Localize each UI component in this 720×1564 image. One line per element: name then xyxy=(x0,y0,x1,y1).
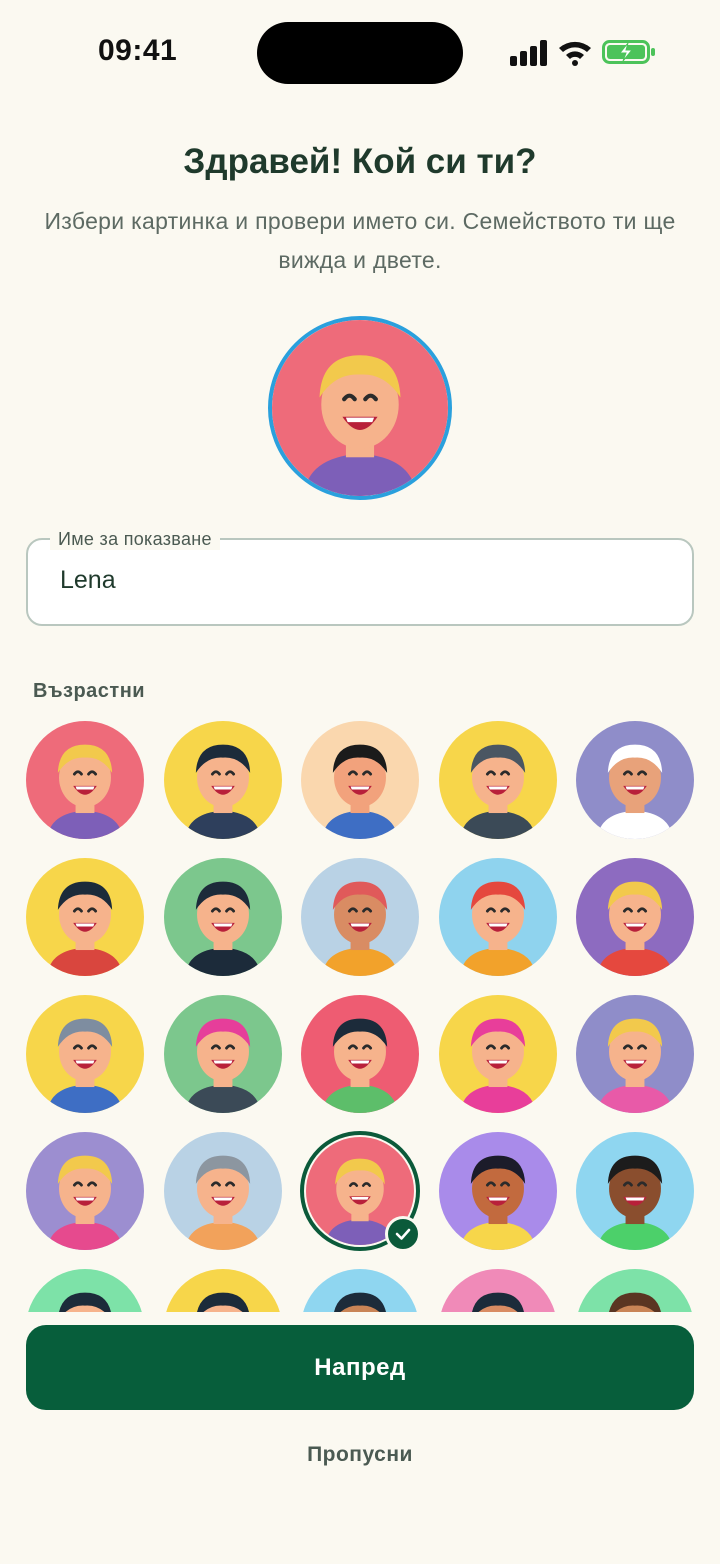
cellular-signal-icon xyxy=(510,40,547,66)
battery-charging-icon xyxy=(602,40,655,64)
avatar-option[interactable] xyxy=(301,858,419,976)
next-button[interactable]: Напред xyxy=(26,1325,694,1410)
page-subtitle: Избери картинка и провери името си. Семе… xyxy=(44,208,676,273)
display-name-label: Име за показване xyxy=(50,529,220,550)
status-time: 09:41 xyxy=(98,34,178,67)
section-label-adults: Възрастни xyxy=(33,680,146,702)
avatar-option[interactable] xyxy=(439,858,557,976)
avatar-option[interactable] xyxy=(26,721,144,839)
avatar-illustration xyxy=(272,320,448,496)
avatar-option[interactable] xyxy=(576,1269,694,1312)
avatar-option[interactable] xyxy=(164,995,282,1113)
avatar-option[interactable] xyxy=(164,1269,282,1312)
dynamic-island xyxy=(257,22,463,84)
avatar-option[interactable] xyxy=(26,995,144,1113)
avatar-grid xyxy=(0,715,720,1312)
avatar-option[interactable] xyxy=(439,721,557,839)
avatar-option[interactable] xyxy=(439,1132,557,1250)
avatar-option[interactable] xyxy=(26,1132,144,1250)
page-title: Здравей! Кой си ти? xyxy=(183,142,537,181)
avatar-option[interactable] xyxy=(301,995,419,1113)
avatar-option[interactable] xyxy=(26,1269,144,1312)
checkmark-icon xyxy=(385,1216,421,1252)
avatar-option[interactable] xyxy=(576,995,694,1113)
avatar-option[interactable] xyxy=(576,858,694,976)
wifi-icon xyxy=(559,41,591,66)
avatar-option[interactable] xyxy=(26,858,144,976)
avatar-option[interactable] xyxy=(164,1132,282,1250)
avatar-option[interactable] xyxy=(576,1132,694,1250)
avatar-option[interactable] xyxy=(439,995,557,1113)
avatar-option[interactable] xyxy=(164,858,282,976)
avatar-option[interactable] xyxy=(301,721,419,839)
avatar-option[interactable] xyxy=(164,721,282,839)
skip-link[interactable]: Пропусни xyxy=(0,1443,720,1467)
display-name-input[interactable] xyxy=(60,566,660,595)
avatar-option[interactable] xyxy=(439,1269,557,1312)
avatar-option[interactable] xyxy=(301,1269,419,1312)
avatar-option[interactable] xyxy=(576,721,694,839)
status-bar: 09:41 xyxy=(0,0,720,110)
selected-avatar-preview xyxy=(268,316,452,500)
